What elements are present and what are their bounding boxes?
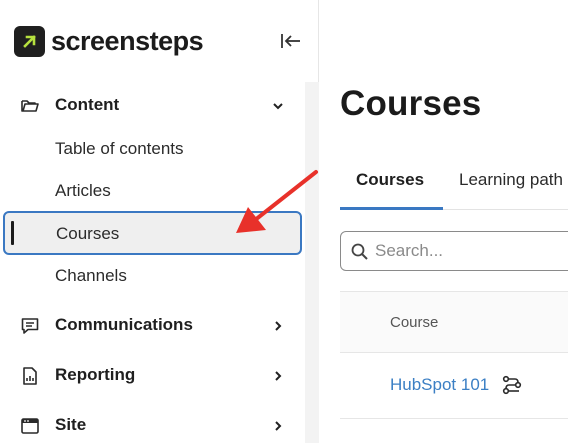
- browser-window-icon: [21, 418, 39, 434]
- page-title: Courses: [340, 84, 482, 123]
- sidebar-item-channels[interactable]: Channels: [0, 257, 305, 295]
- chevron-right-icon: [275, 321, 282, 331]
- column-header-course[interactable]: Course: [390, 314, 438, 331]
- sidebar-section-label: Reporting: [55, 365, 136, 384]
- report-icon: [23, 367, 37, 385]
- table-row[interactable]: HubSpot 101: [340, 353, 568, 419]
- sidebar-section-content[interactable]: Content: [0, 88, 305, 122]
- sidebar-scrollbar[interactable]: [305, 82, 319, 443]
- search-icon: [351, 243, 368, 260]
- collapse-sidebar-button[interactable]: [276, 28, 306, 54]
- sidebar: screensteps Content Table of contents Ar…: [0, 0, 319, 443]
- sidebar-item-label: Channels: [55, 266, 127, 285]
- app-logo[interactable]: screensteps: [14, 24, 204, 58]
- chevron-down-icon: [273, 103, 283, 110]
- collapse-left-icon: [281, 34, 300, 48]
- chevron-right-icon: [275, 371, 282, 381]
- sidebar-item-label: Courses: [56, 224, 120, 243]
- tab-courses[interactable]: Courses: [356, 170, 424, 190]
- sidebar-item-label: Articles: [55, 181, 111, 200]
- sidebar-section-communications[interactable]: Communications: [0, 308, 305, 342]
- logo-text: screensteps: [51, 25, 204, 56]
- sidebar-item-label: Table of contents: [55, 139, 184, 158]
- tab-bar: Courses Learning path: [340, 150, 568, 210]
- sidebar-section-site[interactable]: Site: [0, 408, 305, 442]
- learning-path-icon: [502, 375, 522, 395]
- sidebar-section-label: Content: [55, 95, 120, 114]
- sidebar-section-label: Site: [55, 415, 87, 434]
- chat-icon: [21, 318, 39, 334]
- active-indicator: [11, 221, 14, 245]
- sidebar-item-articles[interactable]: Articles: [0, 172, 305, 210]
- table-header: Course: [340, 291, 568, 353]
- search-input[interactable]: [375, 238, 568, 264]
- tab-learning-path[interactable]: Learning path: [459, 170, 563, 190]
- sidebar-section-label: Communications: [55, 315, 193, 334]
- sidebar-item-courses[interactable]: Courses: [3, 211, 302, 255]
- course-title-link[interactable]: HubSpot 101: [390, 375, 489, 395]
- sidebar-item-table-of-contents[interactable]: Table of contents: [0, 130, 305, 168]
- sidebar-section-reporting[interactable]: Reporting: [0, 358, 305, 392]
- folder-icon: [21, 100, 39, 112]
- chevron-right-icon: [275, 421, 282, 431]
- logo-mark-icon: [14, 25, 45, 57]
- search-box: [340, 231, 568, 271]
- active-tab-underline: [340, 207, 443, 210]
